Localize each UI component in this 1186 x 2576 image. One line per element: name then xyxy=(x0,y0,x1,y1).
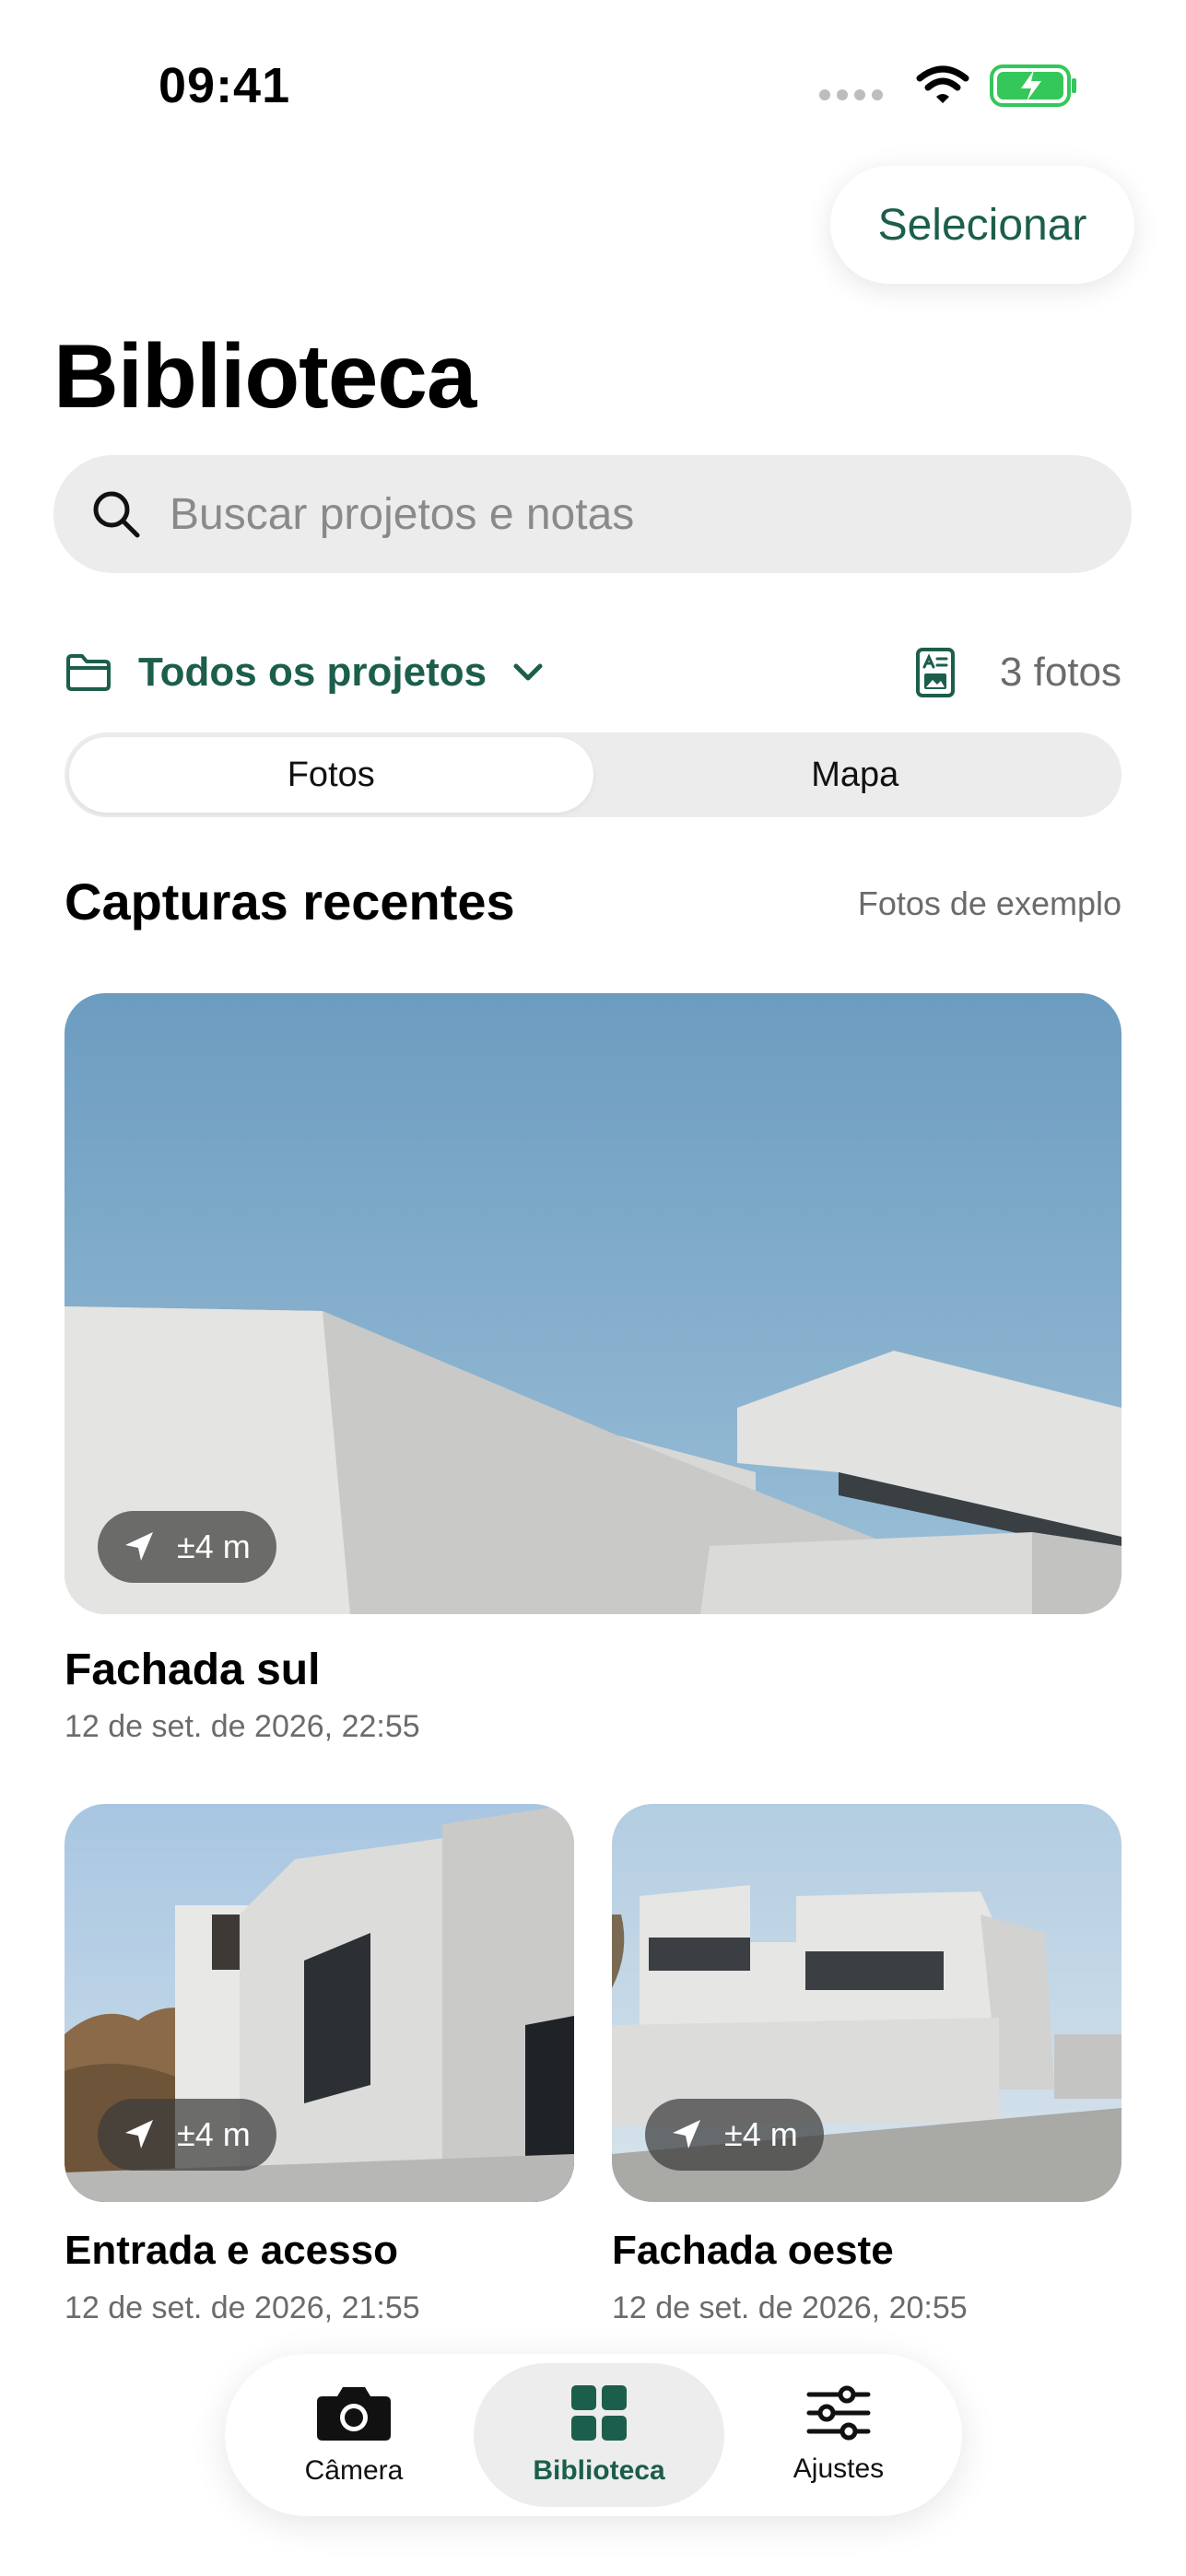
filter-row: Todos os projetos 3 fotos xyxy=(65,636,1121,709)
photo-date: 12 de set. de 2026, 22:55 xyxy=(65,1709,420,1744)
search-icon xyxy=(93,491,140,538)
photo-title: Fachada sul xyxy=(65,1645,321,1694)
section-title: Capturas recentes xyxy=(65,872,515,931)
location-arrow-icon xyxy=(125,2120,153,2149)
battery-charging-icon xyxy=(990,64,1076,107)
search-input[interactable] xyxy=(170,488,999,540)
status-icons xyxy=(819,64,1078,107)
photo-card-fachada-oeste[interactable]: ±4 m xyxy=(612,1804,1121,2202)
location-accuracy-badge: ±4 m xyxy=(645,2099,824,2171)
photo-card-fachada-sul[interactable]: ±4 m xyxy=(65,993,1121,1614)
tab-camera[interactable]: Câmera xyxy=(234,2363,474,2507)
tab-settings[interactable]: Ajustes xyxy=(724,2363,953,2507)
photo-card-entrada-acesso[interactable]: ±4 m xyxy=(65,1804,574,2202)
sample-photos-link[interactable]: Fotos de exemplo xyxy=(858,884,1121,923)
search-bar[interactable] xyxy=(53,455,1132,573)
location-accuracy-text: ±4 m xyxy=(177,1528,251,1565)
tab-settings-label: Ajustes xyxy=(793,2453,885,2484)
cellular-signal-icon xyxy=(819,89,883,100)
photo-title: Entrada e acesso xyxy=(65,2228,398,2273)
select-button[interactable]: Selecionar xyxy=(830,166,1134,284)
project-filter-label: Todos os projetos xyxy=(138,650,487,695)
chevron-down-icon xyxy=(513,663,543,681)
location-accuracy-text: ±4 m xyxy=(177,2115,251,2153)
status-time: 09:41 xyxy=(159,58,291,113)
project-filter-dropdown[interactable]: Todos os projetos xyxy=(65,650,544,696)
location-accuracy-badge: ±4 m xyxy=(98,2099,276,2171)
wifi-icon xyxy=(916,65,969,103)
segment-map[interactable]: Mapa xyxy=(593,737,1118,813)
location-accuracy-badge: ±4 m xyxy=(98,1511,276,1583)
tab-camera-label: Câmera xyxy=(304,2455,404,2486)
folder-icon xyxy=(66,654,111,691)
grid-icon xyxy=(571,2385,627,2441)
location-arrow-icon xyxy=(673,2120,700,2149)
page-title: Biblioteca xyxy=(53,325,476,427)
view-segmented-control: Fotos Mapa xyxy=(65,732,1121,817)
photo-title: Fachada oeste xyxy=(612,2228,894,2273)
photo-date: 12 de set. de 2026, 20:55 xyxy=(612,2290,968,2325)
photo-report-icon[interactable] xyxy=(915,647,956,698)
photo-count: 3 fotos xyxy=(999,650,1121,695)
sliders-icon xyxy=(806,2385,871,2441)
segment-photos[interactable]: Fotos xyxy=(69,737,593,813)
tab-library-label: Biblioteca xyxy=(533,2455,665,2486)
camera-icon xyxy=(317,2387,391,2441)
tab-bar: Câmera Biblioteca Ajustes xyxy=(225,2354,962,2516)
photo-count-group: 3 fotos xyxy=(915,647,1121,698)
tab-library[interactable]: Biblioteca xyxy=(474,2363,724,2507)
location-arrow-icon xyxy=(125,1532,153,1561)
photo-date: 12 de set. de 2026, 21:55 xyxy=(65,2290,420,2325)
location-accuracy-text: ±4 m xyxy=(724,2115,798,2153)
